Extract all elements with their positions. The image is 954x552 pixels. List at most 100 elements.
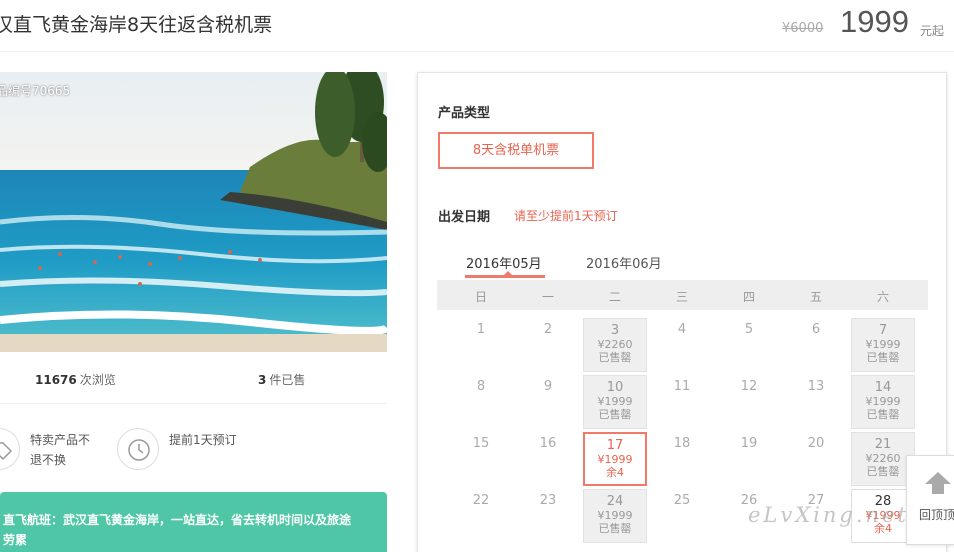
- day-number: 4: [677, 322, 687, 337]
- feature-no-refund: 特卖产品不退不换: [0, 428, 118, 472]
- day-number: 20: [807, 436, 825, 451]
- weekday-label: 三: [675, 290, 688, 304]
- calendar-day-2: 2: [516, 318, 580, 372]
- day-availability: 已售罄: [866, 351, 900, 364]
- product-code: 品编号70665: [0, 84, 71, 98]
- active-month-caret: [504, 271, 512, 275]
- sold-stat: 3 件已售: [258, 371, 305, 388]
- day-price: ¥1999: [865, 338, 901, 351]
- day-price: ¥1999: [597, 453, 633, 466]
- day-number: 18: [673, 436, 691, 451]
- tab-month-may[interactable]: 2016年05月: [466, 253, 542, 272]
- sold-count: 3: [258, 373, 267, 387]
- calendar-day-23: 23: [516, 489, 580, 543]
- day-number: 2: [543, 322, 553, 337]
- day-price: ¥1999: [865, 395, 901, 408]
- flight-info-line1: 直飞航班：武汉直飞黄金海岸，一站直达，省去转机时间以及旅途: [3, 513, 352, 527]
- day-number: 21: [874, 437, 892, 452]
- calendar-day-15: 15: [449, 432, 513, 486]
- booking-panel: 产品类型 8天含税单机票 出发日期 请至少提前1天预订 2016年05月 201…: [417, 72, 947, 552]
- calendar-day-4: 4: [650, 318, 714, 372]
- day-number: 8: [476, 379, 486, 394]
- back-to-top-label: 回顶顶: [919, 508, 954, 522]
- day-number: 13: [807, 379, 825, 394]
- day-number: 25: [673, 493, 691, 508]
- views-label: 次浏览: [79, 373, 116, 387]
- calendar-day-14: 14 ¥1999 已售罄: [851, 375, 915, 429]
- flight-info-line2: 劳累: [3, 533, 28, 547]
- day-number: 7: [878, 323, 888, 338]
- day-availability: 已售罄: [866, 408, 900, 421]
- sold-label: 件已售: [269, 373, 306, 387]
- day-number: 1: [476, 322, 486, 337]
- beach-photo: [0, 72, 387, 352]
- day-number: 5: [744, 322, 754, 337]
- day-number: 9: [543, 379, 553, 394]
- calendar-day-17[interactable]: 17 ¥1999 余4: [583, 432, 647, 486]
- tab-month-june[interactable]: 2016年06月: [586, 253, 662, 272]
- departure-date-label: 出发日期: [438, 210, 491, 225]
- day-price: ¥2260: [865, 452, 901, 465]
- day-availability: 已售罄: [866, 465, 900, 478]
- back-to-top-button[interactable]: 回顶顶: [906, 455, 954, 545]
- day-number: 23: [539, 493, 557, 508]
- day-number: 16: [539, 436, 557, 451]
- day-price: ¥1999: [597, 395, 633, 408]
- calendar-day-10: 10 ¥1999 已售罄: [583, 375, 647, 429]
- feature-text: 特卖产品不退不换: [30, 433, 91, 467]
- calendar-day-20: 20: [784, 432, 848, 486]
- calendar-day-1: 1: [449, 318, 513, 372]
- calendar-day-12: 12: [717, 375, 781, 429]
- day-price: ¥1999: [597, 509, 633, 522]
- product-image[interactable]: 品编号70665: [0, 72, 387, 352]
- calendar-day-18: 18: [650, 432, 714, 486]
- day-number: 12: [740, 379, 758, 394]
- calendar-day-3: 3 ¥2260 已售罄: [583, 318, 647, 372]
- day-price: ¥2260: [597, 338, 633, 351]
- views-count: 11676: [35, 373, 77, 387]
- feature-text: 提前1天预订: [169, 433, 237, 447]
- calendar-day-11: 11: [650, 375, 714, 429]
- weekday-label: 日: [474, 290, 487, 304]
- calendar-day-7: 7 ¥1999 已售罄: [851, 318, 915, 372]
- day-number: 14: [874, 380, 892, 395]
- product-type-option[interactable]: 8天含税单机票: [438, 132, 594, 169]
- product-type-label: 产品类型: [438, 106, 491, 121]
- price-tag-icon: [0, 428, 20, 470]
- product-stats: 11676 次浏览 3 件已售: [0, 352, 387, 404]
- current-price: 1999: [840, 4, 909, 39]
- weekday-header: 日一二三四五六: [437, 280, 928, 310]
- calendar-day-9: 9: [516, 375, 580, 429]
- calendar-day-22: 22: [449, 489, 513, 543]
- calendar-day-24: 24 ¥1999 已售罄: [583, 489, 647, 543]
- calendar-day-8: 8: [449, 375, 513, 429]
- day-availability: 已售罄: [598, 522, 632, 535]
- weekday-label: 五: [809, 290, 822, 304]
- product-title: 汉直飞黄金海岸8天往返含税机票: [0, 14, 273, 36]
- weekday-label: 六: [876, 290, 889, 304]
- page-header: 汉直飞黄金海岸8天往返含税机票 ¥6000 1999 元起: [0, 0, 954, 52]
- day-number: 22: [472, 493, 490, 508]
- day-number: 15: [472, 436, 490, 451]
- day-number: 24: [606, 494, 624, 509]
- day-availability: 余4: [606, 466, 624, 479]
- weekday-label: 二: [608, 290, 621, 304]
- active-month-underline: [465, 275, 545, 278]
- original-price: ¥6000: [782, 21, 824, 36]
- day-number: 10: [606, 380, 624, 395]
- views-stat: 11676 次浏览: [35, 371, 116, 388]
- feature-advance-booking: 提前1天预订: [117, 428, 257, 472]
- watermark: eLvXing.net: [748, 503, 909, 527]
- day-number: 6: [811, 322, 821, 337]
- weekday-label: 四: [742, 290, 755, 304]
- calendar-day-5: 5: [717, 318, 781, 372]
- day-availability: 已售罄: [598, 408, 632, 421]
- flight-info-box: 直飞航班：武汉直飞黄金海岸，一站直达，省去转机时间以及旅途 劳累: [0, 492, 387, 552]
- price-unit: 元起: [920, 24, 945, 38]
- day-number: 3: [610, 323, 620, 338]
- day-number: 19: [740, 436, 758, 451]
- day-number: 17: [606, 438, 624, 453]
- calendar-day-13: 13: [784, 375, 848, 429]
- day-availability: 已售罄: [598, 351, 632, 364]
- calendar-day-16: 16: [516, 432, 580, 486]
